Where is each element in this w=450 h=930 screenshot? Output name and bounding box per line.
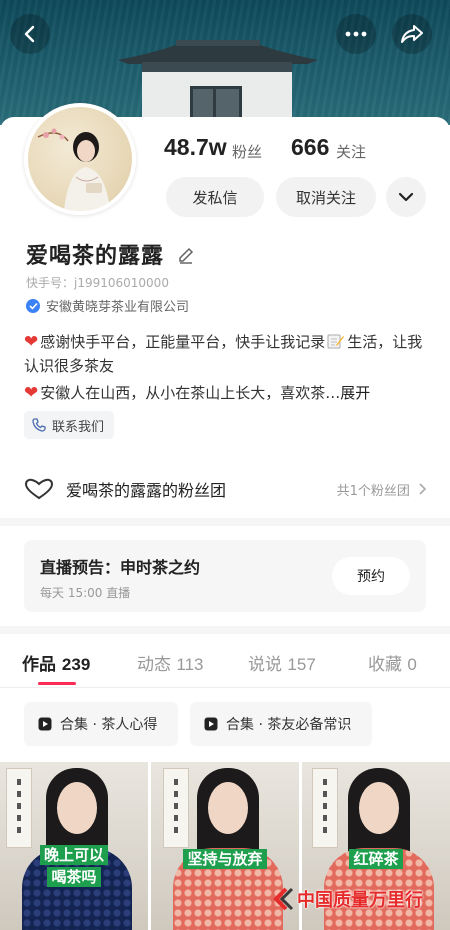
bio-line-1: ❤ 感谢快手平台，正能量平台，快手让我记录 生活，让我认识很多茶友 [24, 330, 424, 378]
following-label[interactable]: 关注 [336, 141, 366, 162]
content-tabs: 作品 239 动态 113 说说 157 收藏 0 [0, 640, 450, 688]
watermark: 中国质量万里行 [272, 886, 423, 912]
tab-posts-label: 说说 [248, 655, 282, 675]
avatar[interactable] [24, 103, 136, 215]
section-divider [0, 626, 450, 634]
tab-posts[interactable]: 说说 157 [248, 650, 316, 675]
roof-image [118, 40, 318, 64]
tab-moments[interactable]: 动态 113 [137, 650, 204, 675]
tab-moments-label: 动态 [137, 655, 171, 675]
watermark-text: 中国质量万里行 [297, 890, 423, 911]
fan-group-label: 爱喝茶的露露的粉丝团 [66, 481, 227, 500]
collection-play-icon [204, 717, 218, 731]
phone-icon [32, 418, 46, 432]
video-thumbnail[interactable]: 晚上可以 喝茶吗 [0, 762, 148, 930]
tab-favorites-label: 收藏 [368, 655, 402, 675]
video-caption-line: 红碎茶 [349, 849, 403, 869]
heart-icon: ❤ [24, 332, 39, 352]
section-divider [0, 518, 450, 526]
share-arrow-icon [401, 25, 423, 43]
expand-recommend-button[interactable] [386, 177, 426, 217]
tab-moments-count: 113 [176, 655, 204, 674]
collection-chip[interactable]: 合集 · 茶友必备常识 [190, 702, 372, 746]
chevron-right-icon [419, 482, 427, 495]
tab-works-count: 239 [61, 655, 91, 674]
followers-label[interactable]: 粉丝 [232, 141, 262, 162]
fan-heart-icon [24, 478, 54, 500]
bio-line-1-text: 感谢快手平台，正能量平台，快手让我记录 [40, 333, 326, 351]
profile-name: 爱喝茶的露露 [26, 238, 195, 270]
person-face [359, 782, 399, 834]
bio-line-2-text: 安徽人在山西，从小在茶山上长大，喜欢茶… [40, 384, 341, 402]
tab-works-label: 作品 [22, 655, 56, 675]
contact-button[interactable]: 联系我们 [24, 411, 115, 439]
calligraphy-scroll [312, 768, 338, 848]
video-caption-line: 坚持与放弃 [183, 849, 267, 869]
watermark-chevron-icon [273, 887, 294, 911]
active-tab-indicator [38, 682, 76, 685]
back-button[interactable] [10, 14, 50, 54]
message-button[interactable]: 发私信 [166, 177, 264, 217]
collection-label: 合集 · 茶友必备常识 [226, 717, 352, 733]
person-face [57, 782, 97, 834]
heart-icon: ❤ [24, 383, 39, 403]
tab-works[interactable]: 作品 239 [22, 650, 90, 675]
reserve-button[interactable]: 预约 [332, 557, 410, 595]
fan-group-count: 共1个粉丝团 [336, 480, 427, 499]
contact-label: 联系我们 [52, 419, 105, 435]
person-face [208, 782, 248, 834]
chevron-down-icon [398, 192, 414, 202]
bio-line-2: ❤ 安徽人在山西，从小在茶山上长大，喜欢茶…展开 [24, 381, 424, 405]
video-caption: 坚持与放弃 [151, 848, 299, 870]
profile-name-text: 爱喝茶的露露 [26, 244, 165, 269]
live-preview-title: 直播预告：申时茶之约 [40, 558, 201, 577]
unfollow-button[interactable]: 取消关注 [276, 177, 376, 217]
followers-count[interactable]: 48.7w [164, 134, 227, 161]
following-count[interactable]: 666 [291, 134, 329, 161]
tab-posts-count: 157 [287, 655, 316, 674]
collection-label: 合集 · 茶人心得 [60, 717, 158, 733]
wall-band [142, 62, 292, 72]
calligraphy-scroll [163, 768, 189, 848]
more-button[interactable] [336, 14, 376, 54]
edit-pencil-icon[interactable] [177, 247, 195, 265]
avatar-portrait [37, 128, 110, 211]
tab-favorites-count: 0 [407, 655, 417, 674]
video-caption-line: 喝茶吗 [47, 867, 101, 887]
kuaishou-id[interactable]: 快手号：j199106010000 [26, 274, 169, 291]
tab-favorites[interactable]: 收藏 0 [368, 650, 417, 675]
more-dots-icon [345, 31, 367, 37]
verified-company-text: 安徽黄晓芽茶业有限公司 [46, 300, 190, 315]
verified-check-icon [26, 298, 40, 313]
share-button[interactable] [392, 14, 432, 54]
live-preview-card[interactable]: 直播预告：申时茶之约 每天 15:00 直播 预约 [24, 540, 426, 612]
video-caption: 红碎茶 [302, 848, 450, 870]
collection-play-icon [38, 717, 52, 731]
calligraphy-scroll [6, 768, 32, 848]
video-caption-line: 晚上可以 [39, 845, 108, 865]
chevron-left-icon [24, 25, 35, 43]
bio-expand-link[interactable]: 展开 [340, 384, 370, 402]
fan-group-count-text: 共1个粉丝团 [336, 483, 410, 499]
verified-company: 安徽黄晓芽茶业有限公司 [26, 296, 189, 315]
video-caption: 晚上可以 喝茶吗 [0, 844, 148, 888]
live-preview-schedule: 每天 15:00 直播 [40, 586, 131, 600]
fan-group-row[interactable]: 爱喝茶的露露的粉丝团 共1个粉丝团 [0, 470, 450, 508]
memo-pencil-icon [327, 334, 345, 349]
collection-chip[interactable]: 合集 · 茶人心得 [24, 702, 178, 746]
